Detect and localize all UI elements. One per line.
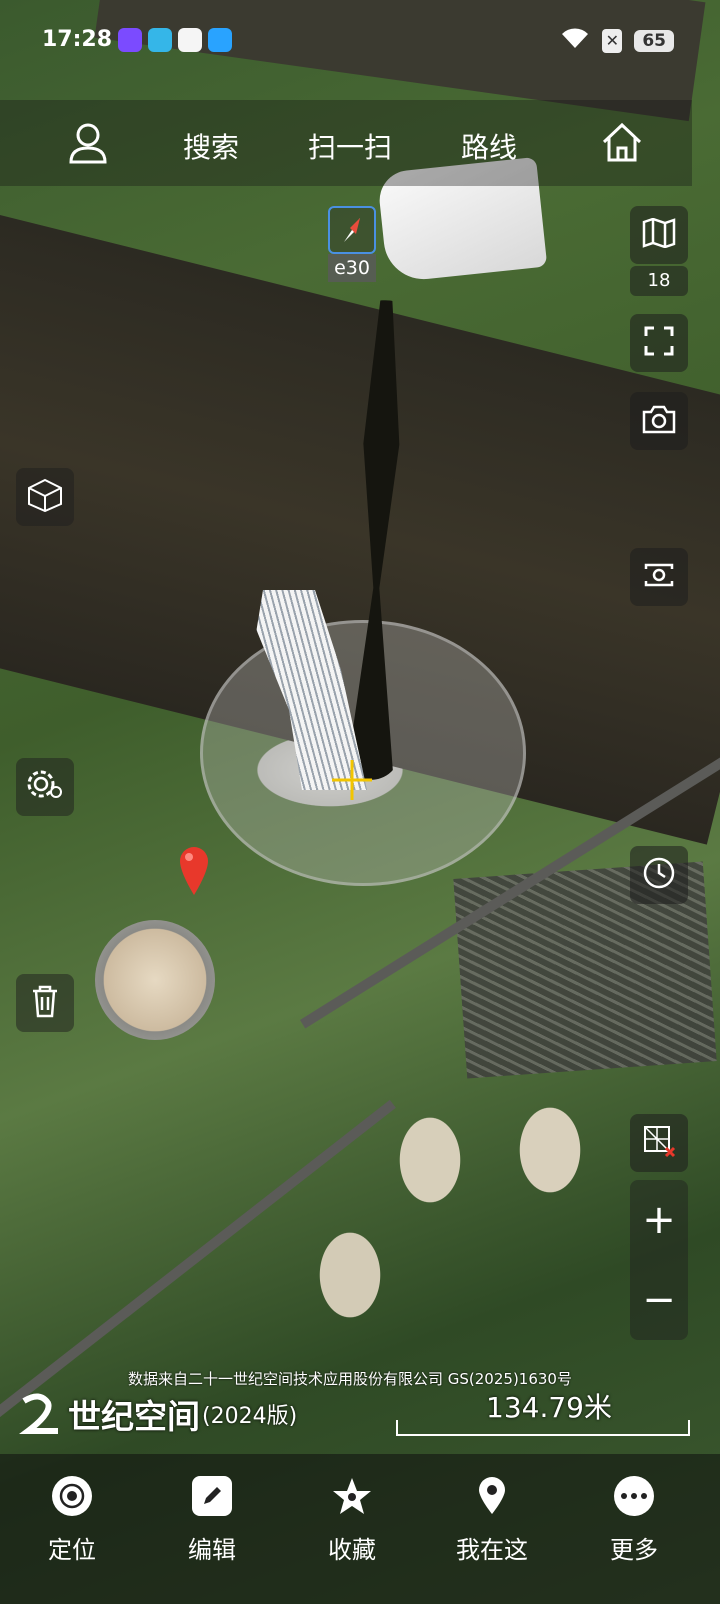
top-toolbar: 搜索 扫一扫 路线 (0, 100, 692, 186)
map-icon (642, 217, 676, 252)
i-am-here-icon (472, 1476, 512, 1516)
user-icon[interactable] (68, 122, 108, 164)
scale-bar (396, 1420, 690, 1436)
brand-name: 世纪空间 (68, 1397, 200, 1436)
nav-label: 定位 (48, 1536, 96, 1564)
compass-icon[interactable] (328, 206, 376, 254)
layer-toggle-button[interactable] (630, 1114, 688, 1172)
fullscreen-button[interactable] (630, 314, 688, 372)
sim-icon: ✕ (602, 29, 623, 53)
brand-mark-icon (18, 1391, 64, 1437)
nav-i-am-here[interactable]: 我在这 (442, 1468, 542, 1565)
favorite-icon (332, 1476, 372, 1516)
zoom-out-button[interactable]: − (630, 1260, 688, 1340)
zoom-controls: + − (630, 1180, 688, 1340)
map-layers-button[interactable] (630, 206, 688, 264)
system-status: ✕ 65 (560, 26, 674, 56)
nav-edit[interactable]: 编辑 (162, 1468, 262, 1565)
home-icon[interactable] (600, 120, 644, 164)
location-pin-icon[interactable] (178, 845, 210, 897)
status-time: 17:28 (42, 27, 113, 52)
route-button[interactable]: 路线 (461, 126, 517, 166)
bottom-navigation: 定位 编辑 收藏 我在这 更多 (0, 1454, 720, 1604)
nav-label: 编辑 (188, 1536, 236, 1564)
trash-icon (30, 984, 60, 1022)
search-button[interactable]: 搜索 (183, 126, 239, 166)
settings-button[interactable] (16, 758, 74, 816)
notification-icons (118, 28, 232, 52)
edit-icon (192, 1476, 232, 1516)
fullscreen-icon (644, 326, 674, 360)
delete-button[interactable] (16, 974, 74, 1032)
round-building (95, 920, 215, 1040)
3d-toggle-button[interactable] (16, 468, 74, 526)
app-notification-icon (118, 28, 142, 52)
nav-more[interactable]: 更多 (584, 1468, 684, 1565)
brand-logo: 世纪空间 (2024版) (18, 1390, 297, 1438)
history-button[interactable] (630, 846, 688, 904)
battery-indicator: 65 (634, 30, 674, 52)
screenshot-button[interactable] (630, 392, 688, 450)
clock-icon (642, 856, 676, 894)
status-bar: 17:28 ✕ 65 (0, 18, 720, 62)
nav-label: 更多 (610, 1536, 658, 1564)
camera-icon (642, 404, 676, 438)
locate-icon (52, 1476, 92, 1516)
residential-tower (290, 1200, 410, 1350)
nav-favorites[interactable]: 收藏 (302, 1468, 402, 1565)
zoom-in-button[interactable]: + (630, 1180, 688, 1260)
gear-icon (26, 768, 64, 806)
rotate-view-button[interactable] (630, 548, 688, 606)
zoom-level-indicator: 18 (630, 266, 688, 296)
brand-version: (2024版) (202, 1404, 298, 1429)
rotate-camera-icon (642, 560, 676, 594)
nav-label: 收藏 (328, 1536, 376, 1564)
scan-button[interactable]: 扫一扫 (308, 126, 392, 166)
center-crosshair-icon (332, 760, 372, 800)
more-icon (614, 1476, 654, 1516)
wifi-icon (560, 26, 590, 56)
grid-off-icon (642, 1124, 676, 1162)
nav-label: 我在这 (456, 1536, 528, 1564)
app-notification-icon (178, 28, 202, 52)
compass-label: e30 (328, 254, 376, 282)
3d-cube-icon (27, 478, 63, 516)
app-notification-icon (148, 28, 172, 52)
app-notification-icon (208, 28, 232, 52)
nav-locate[interactable]: 定位 (22, 1468, 122, 1565)
